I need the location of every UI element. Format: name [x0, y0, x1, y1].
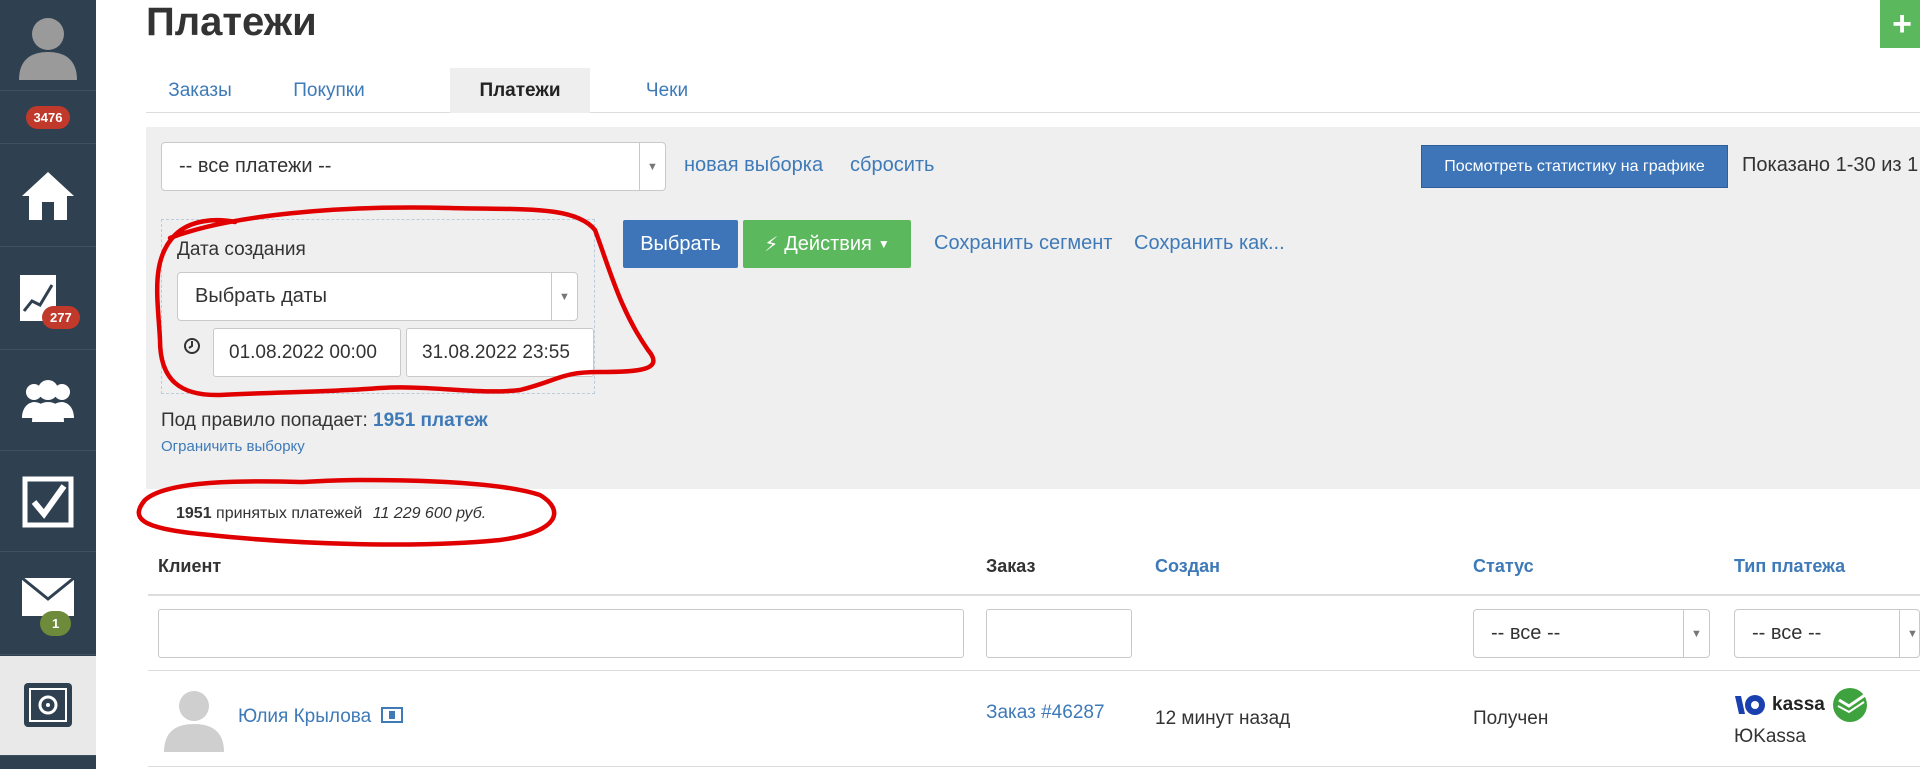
notifications-badge: 3476: [25, 106, 71, 129]
sidebar-item-home[interactable]: [0, 145, 96, 247]
sidebar: 3476 277 1: [0, 0, 96, 769]
payments-summary: 1951 принятых платежей 11 229 600 руб.: [176, 505, 486, 523]
status-filter-value: -- все --: [1491, 622, 1561, 644]
safe-icon: [24, 682, 72, 727]
new-selection-link[interactable]: новая выборка: [684, 154, 823, 177]
client-name-link[interactable]: Юлия Крылова: [238, 706, 403, 728]
tabs-bar: Заказы Покупки Платежи Чеки: [146, 68, 1920, 113]
users-icon: [22, 379, 74, 422]
type-filter-select[interactable]: -- все -- ▼: [1734, 609, 1920, 658]
yoo-logo-icon: [1735, 695, 1765, 715]
order-link[interactable]: Заказ #46287: [986, 702, 1105, 724]
actions-button[interactable]: ⚡ Действия ▼: [743, 220, 911, 268]
sidebar-notifications[interactable]: 3476: [0, 92, 96, 144]
home-icon: [22, 171, 74, 220]
choose-button[interactable]: Выбрать: [623, 220, 738, 268]
tab-receipts[interactable]: Чеки: [606, 68, 728, 113]
money-icon: [380, 707, 403, 723]
client-name: Юлия Крылова: [238, 706, 372, 727]
tab-orders[interactable]: Заказы: [146, 68, 254, 113]
date-label: Дата создания: [177, 239, 306, 260]
reset-link[interactable]: сбросить: [850, 154, 934, 177]
sber-logo-icon: [1832, 688, 1867, 722]
date-to-input[interactable]: 31.08.2022 23:55: [406, 328, 594, 377]
header-divider: [148, 594, 1920, 596]
summary-text: принятых платежей: [216, 505, 363, 522]
caret-down-icon: ▼: [877, 237, 890, 251]
sidebar-item-tasks[interactable]: [0, 452, 96, 552]
date-from-input[interactable]: 01.08.2022 00:00: [213, 328, 401, 377]
tab-payments[interactable]: Платежи: [450, 68, 590, 113]
column-payment-type[interactable]: Тип платежа: [1734, 556, 1845, 577]
stats-badge: 277: [42, 306, 80, 329]
summary-amount: 11 229 600 руб.: [372, 505, 487, 522]
column-status[interactable]: Статус: [1473, 556, 1534, 577]
avatar-icon: [19, 18, 77, 80]
kassa-logo-text: kassa: [1772, 694, 1825, 715]
chevron-down-icon: ▼: [1683, 610, 1709, 657]
sidebar-avatar[interactable]: [0, 0, 96, 91]
add-button[interactable]: +: [1880, 0, 1920, 48]
sidebar-item-stats[interactable]: 277: [0, 248, 96, 350]
tab-purchases[interactable]: Покупки: [254, 68, 404, 113]
limit-selection-link[interactable]: Ограничить выборку: [161, 438, 305, 455]
sidebar-item-mail[interactable]: 1: [0, 553, 96, 655]
sidebar-item-payments[interactable]: [0, 656, 96, 756]
rule-info: Под правило попадает: 1951 платеж: [161, 410, 488, 432]
client-filter-input[interactable]: [158, 609, 964, 658]
column-order: Заказ: [986, 556, 1036, 576]
row-divider: [148, 766, 1920, 767]
yookassa-logo: kassa: [1734, 686, 1869, 724]
date-mode-select[interactable]: Выбрать даты ▼: [177, 272, 578, 321]
segment-select[interactable]: -- все платежи -- ▼: [161, 142, 666, 191]
rule-count-link[interactable]: 1951 платеж: [373, 410, 488, 431]
column-client: Клиент: [158, 556, 222, 576]
status-value: Получен: [1473, 708, 1549, 729]
segment-select-value: -- все платежи --: [179, 155, 332, 177]
page-title: Платежи: [146, 0, 317, 44]
rule-prefix: Под правило попадает:: [161, 410, 368, 431]
tasks-icon: [22, 476, 74, 527]
created-time: 12 минут назад: [1155, 708, 1291, 729]
type-filter-value: -- все --: [1752, 622, 1822, 644]
messages-badge: 1: [40, 611, 72, 636]
date-mode-value: Выбрать даты: [195, 285, 328, 307]
save-segment-link[interactable]: Сохранить сегмент: [934, 232, 1112, 255]
column-created[interactable]: Создан: [1155, 556, 1220, 577]
chevron-down-icon: ▼: [551, 273, 577, 320]
actions-button-label: Действия: [784, 232, 872, 255]
summary-count: 1951: [176, 505, 212, 522]
clock-icon: [184, 338, 200, 354]
payment-type: ЮKassa: [1734, 726, 1807, 747]
chevron-down-icon: ▼: [1899, 610, 1920, 657]
order-filter-input[interactable]: [986, 609, 1132, 658]
save-as-link[interactable]: Сохранить как...: [1134, 232, 1285, 255]
avatar: [164, 691, 224, 752]
stats-chart-button[interactable]: Посмотреть статистику на графике: [1421, 145, 1728, 188]
shown-count: Показано 1-30 из 1 9: [1742, 154, 1920, 176]
status-filter-select[interactable]: -- все -- ▼: [1473, 609, 1710, 658]
chevron-down-icon: ▼: [639, 143, 665, 190]
filter-divider: [148, 670, 1920, 671]
sidebar-item-users[interactable]: [0, 351, 96, 451]
bolt-icon: ⚡: [764, 233, 779, 256]
